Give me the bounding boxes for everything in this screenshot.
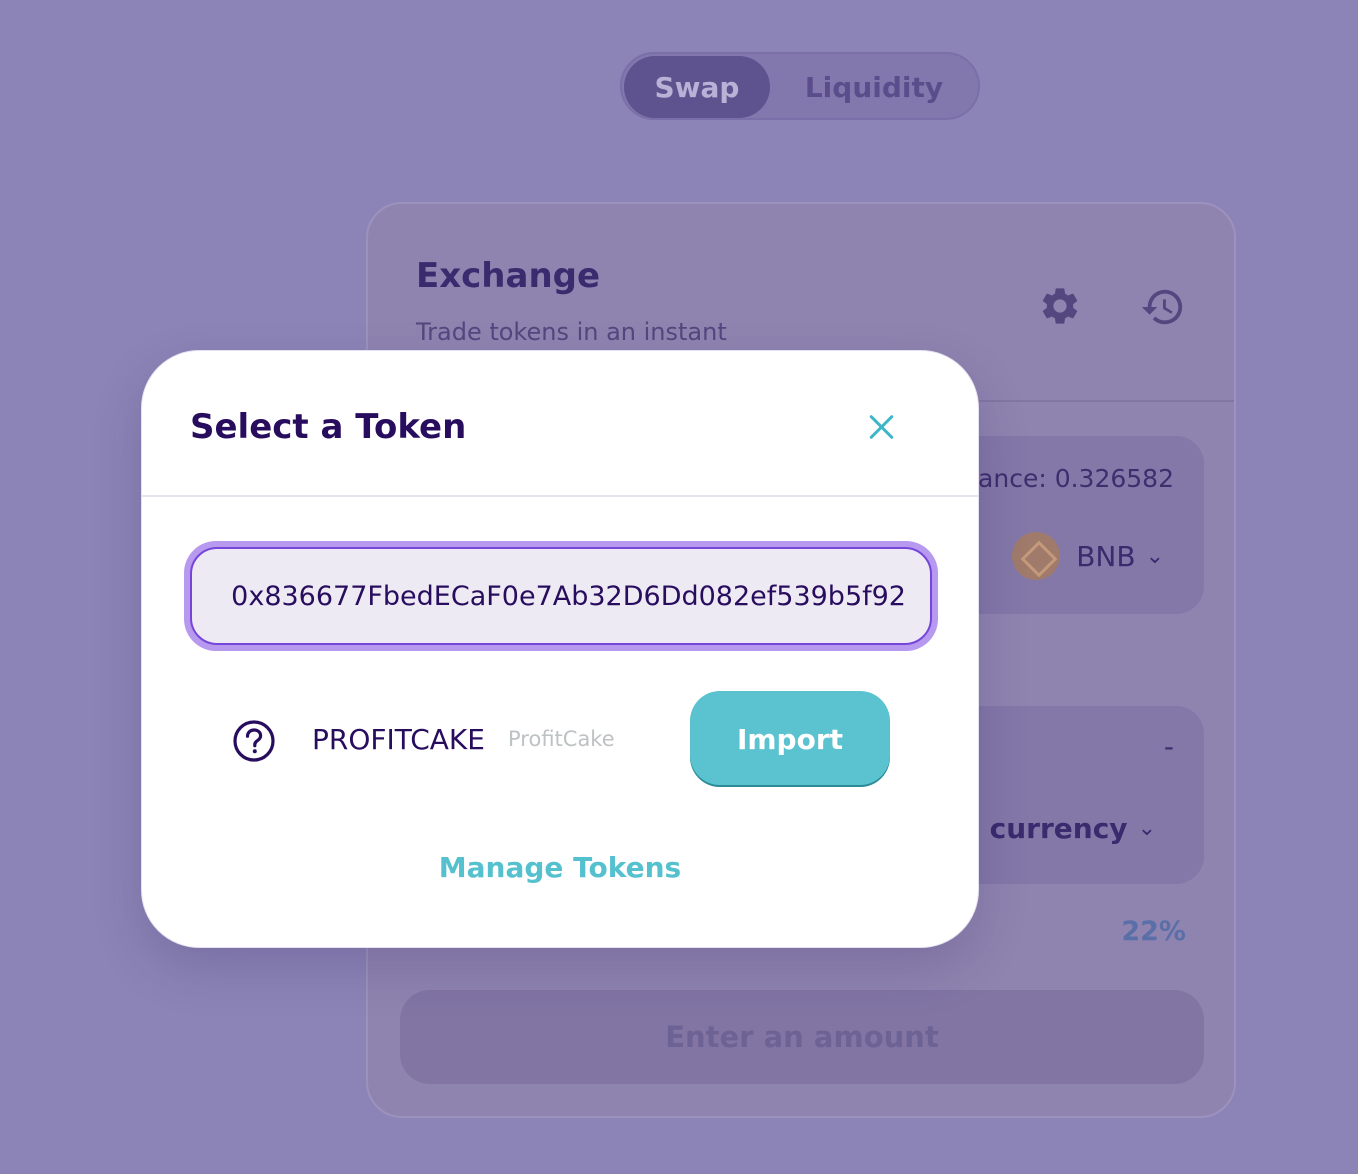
history-icon[interactable] <box>1140 284 1186 330</box>
token-name: ProfitCake <box>508 727 615 751</box>
modal-header: Select a Token <box>142 351 978 497</box>
tab-swap[interactable]: Swap <box>624 56 770 118</box>
token-search-input[interactable] <box>190 547 932 645</box>
swap-liquidity-toggle: Swap Liquidity <box>620 52 980 120</box>
from-balance: lance: 0.326582 <box>971 464 1174 493</box>
exchange-subtitle: Trade tokens in an instant <box>416 318 727 346</box>
select-token-modal: Select a Token PROFITCAKE ProfitCake Imp… <box>141 350 979 948</box>
from-token-symbol: BNB <box>1076 539 1136 573</box>
exchange-title: Exchange <box>416 256 601 296</box>
token-search-wrapper <box>184 541 938 651</box>
token-symbol: PROFITCAKE <box>312 723 485 756</box>
enter-amount-button[interactable]: Enter an amount <box>400 990 1204 1084</box>
bnb-logo-icon <box>1012 532 1061 580</box>
slippage-value: 22% <box>1121 916 1186 947</box>
chevron-down-icon: ⌄ <box>1137 816 1156 841</box>
to-token-label: currency <box>989 812 1128 845</box>
to-balance: - <box>1163 730 1174 763</box>
import-button[interactable]: Import <box>690 691 890 787</box>
to-token-select[interactable]: currency ⌄ <box>990 812 1156 845</box>
question-circle-icon <box>233 720 275 762</box>
chevron-down-icon: ⌄ <box>1145 543 1164 569</box>
from-token-select[interactable]: BNB ⌄ <box>1012 532 1164 580</box>
gear-icon[interactable] <box>1038 284 1082 328</box>
close-icon[interactable] <box>864 409 900 445</box>
manage-tokens-link[interactable]: Manage Tokens <box>142 851 978 884</box>
modal-title: Select a Token <box>190 407 467 447</box>
tab-liquidity[interactable]: Liquidity <box>772 56 976 118</box>
